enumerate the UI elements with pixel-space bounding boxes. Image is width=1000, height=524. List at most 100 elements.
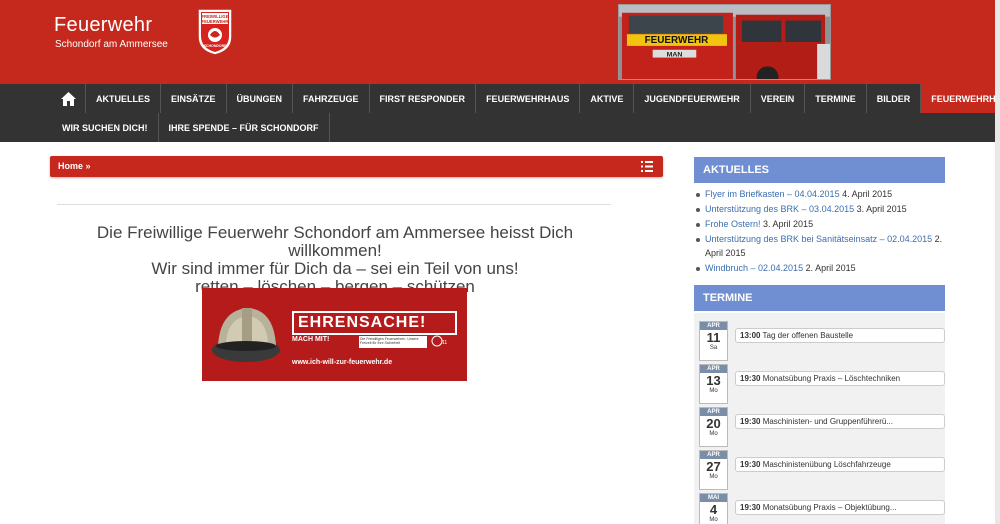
nav-uebungen[interactable]: ÜBUNGEN	[227, 84, 294, 113]
welcome-line-2: Wir sind immer für Dich da – sei ein Tei…	[151, 259, 519, 278]
ehrensache-banner[interactable]: EHRENSACHE! MACH MIT! Die Freiwilligen F…	[202, 288, 467, 381]
phone-112-icon: 112	[431, 335, 447, 347]
event-name: Monatsübung Praxis – Objektübung...	[760, 503, 897, 512]
aktuelles-list: Flyer im Briefkasten – 04.04.2015 4. Apr…	[696, 188, 946, 277]
event-month: APR	[700, 451, 727, 459]
nav-home[interactable]	[52, 84, 86, 113]
event-title[interactable]: 19:30 Maschinisten- und Gruppenführerü..…	[735, 414, 945, 429]
event-weekday: Sa	[709, 345, 718, 351]
home-icon	[61, 91, 76, 106]
event-name: Maschinisten- und Gruppenführerü...	[760, 417, 893, 426]
event-time: 19:30	[740, 417, 761, 426]
welcome-line-1: Die Freiwillige Feuerwehr Schondorf am A…	[96, 223, 574, 260]
event-month: APR	[700, 408, 727, 416]
aktuelles-heading: AKTUELLES	[694, 157, 945, 183]
site-subtitle: Schondorf am Ammersee	[55, 39, 168, 50]
fire-truck-image: FEUERWEHR MAN	[618, 4, 831, 80]
welcome-text: Die Freiwillige Feuerwehr Schondorf am A…	[50, 224, 620, 296]
banner-title: EHRENSACHE!	[292, 311, 457, 335]
list-toggle-icon[interactable]	[641, 161, 653, 172]
event-day: 11	[706, 330, 721, 345]
event-title[interactable]: 19:30 Monatsübung Praxis – Objektübung..…	[735, 500, 945, 515]
event-date: APR 13 Mo	[699, 364, 728, 404]
news-link[interactable]: Flyer im Briefkasten – 04.04.2015	[705, 189, 840, 199]
helmet-image	[212, 308, 280, 362]
event-date: APR 27 Mo	[699, 450, 728, 490]
list-item: Unterstützung des BRK – 03.04.2015 3. Ap…	[696, 203, 946, 217]
news-link[interactable]: Unterstützung des BRK – 03.04.2015	[705, 204, 854, 214]
event-name: Monatsübung Praxis – Löschtechniken	[760, 374, 901, 383]
site-title[interactable]: Feuerwehr	[54, 14, 152, 37]
list-item: Flyer im Briefkasten – 04.04.2015 4. Apr…	[696, 188, 946, 202]
event-weekday: Mo	[709, 517, 718, 523]
event-day: 4	[709, 502, 718, 517]
nav-feuerwehrhaus[interactable]: FEUERWEHRHAUS	[476, 84, 581, 113]
event-name: Maschinistenübung Löschfahrzeuge	[760, 460, 891, 469]
event-title[interactable]: 19:30 Maschinistenübung Löschfahrzeuge	[735, 457, 945, 472]
content-divider	[57, 204, 611, 205]
event-time: 19:30	[740, 503, 761, 512]
banner-subtitle: MACH MIT!	[292, 336, 330, 343]
nav-verein[interactable]: VEREIN	[751, 84, 806, 113]
event-item[interactable]: APR 27 Mo 19:30 Maschinistenübung Löschf…	[699, 450, 945, 490]
event-day: 20	[706, 416, 721, 431]
list-item: Windbruch – 02.04.2015 2. April 2015	[696, 262, 946, 276]
event-month: APR	[700, 365, 727, 373]
nav-bilder[interactable]: BILDER	[867, 84, 922, 113]
event-date: APR 11 Sa	[699, 321, 728, 361]
nav-einsaetze[interactable]: EINSÄTZE	[161, 84, 227, 113]
news-date: 4. April 2015	[839, 189, 893, 199]
event-name: Tag der offenen Baustelle	[760, 331, 854, 340]
nav-feuerwehrhaus-bau[interactable]: FEUERWEHRHAUS-BAU	[921, 84, 1000, 113]
news-link[interactable]: Unterstützung des BRK bei Sanitätseinsat…	[705, 234, 932, 244]
termine-heading: TERMINE	[694, 285, 945, 311]
termine-list: APR 11 Sa 13:00 Tag der offenen Baustell…	[694, 313, 945, 524]
news-link[interactable]: Windbruch – 02.04.2015	[705, 263, 803, 273]
event-item[interactable]: APR 11 Sa 13:00 Tag der offenen Baustell…	[699, 321, 945, 361]
nav-jugendfeuerwehr[interactable]: JUGENDFEUERWEHR	[634, 84, 751, 113]
event-day: 13	[706, 373, 721, 388]
banner-tagline: Die Freiwilligen Feuerwehren. Unsere Fre…	[359, 336, 427, 348]
list-item: Frohe Ostern! 3. April 2015	[696, 218, 946, 232]
breadcrumb[interactable]: Home »	[58, 161, 91, 171]
nav-aktive[interactable]: AKTIVE	[580, 84, 635, 113]
page-scrollbar[interactable]	[995, 0, 1000, 524]
breadcrumb-bar: Home »	[50, 156, 663, 177]
event-month: MAI	[700, 494, 727, 502]
event-title[interactable]: 13:00 Tag der offenen Baustelle	[735, 328, 945, 343]
event-time: 19:30	[740, 460, 761, 469]
logo-text-2: FEUERWEHR	[202, 19, 229, 24]
event-weekday: Mo	[709, 474, 718, 480]
event-time: 13:00	[740, 331, 761, 340]
nav-fahrzeuge[interactable]: FAHRZEUGE	[293, 84, 370, 113]
news-date: 2. April 2015	[803, 262, 856, 273]
event-time: 19:30	[740, 374, 761, 383]
banner-url: www.ich-will-zur-feuerwehr.de	[292, 359, 393, 366]
nav-ihre-spende[interactable]: IHRE SPENDE – FÜR SCHONDORF	[159, 113, 330, 142]
event-month: APR	[700, 322, 727, 330]
event-title[interactable]: 19:30 Monatsübung Praxis – Löschtechnike…	[735, 371, 945, 386]
truck-text: FEUERWEHR	[645, 35, 709, 46]
event-weekday: Mo	[709, 388, 718, 394]
nav-aktuelles[interactable]: AKTUELLES	[86, 84, 161, 113]
event-day: 27	[706, 459, 721, 474]
list-item: Unterstützung des BRK bei Sanitätseinsat…	[696, 233, 946, 260]
news-date: 3. April 2015	[854, 204, 907, 214]
event-date: MAI 4 Mo	[699, 493, 728, 524]
news-date: 3. April 2015	[760, 219, 814, 229]
event-item[interactable]: APR 20 Mo 19:30 Maschinisten- und Gruppe…	[699, 407, 945, 447]
event-item[interactable]: APR 13 Mo 19:30 Monatsübung Praxis – Lös…	[699, 364, 945, 404]
truck-brand: MAN	[667, 52, 683, 59]
main-navigation: AKTUELLES EINSÄTZE ÜBUNGEN FAHRZEUGE FIR…	[0, 84, 1000, 142]
event-item[interactable]: MAI 4 Mo 19:30 Monatsübung Praxis – Obje…	[699, 493, 945, 524]
logo-text-3: SCHONDORF	[204, 44, 227, 48]
event-weekday: Mo	[709, 431, 718, 437]
site-header: Feuerwehr Schondorf am Ammersee FREIWILL…	[0, 0, 1000, 84]
event-date: APR 20 Mo	[699, 407, 728, 447]
nav-termine[interactable]: TERMINE	[805, 84, 867, 113]
news-link[interactable]: Frohe Ostern!	[705, 219, 761, 229]
fire-brigade-logo[interactable]: FREIWILLIGE FEUERWEHR SCHONDORF	[196, 7, 234, 57]
nav-first-responder[interactable]: FIRST RESPONDER	[370, 84, 477, 113]
nav-wir-suchen-dich[interactable]: WIR SUCHEN DICH!	[52, 113, 159, 142]
svg-text:112: 112	[442, 340, 447, 346]
